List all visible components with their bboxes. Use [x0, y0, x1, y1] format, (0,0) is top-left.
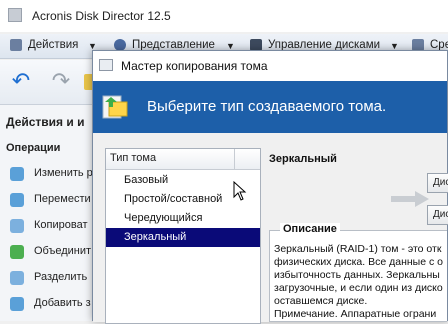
- description-line: Примечание. Аппаратные ограни: [274, 308, 437, 320]
- copy-volume-wizard-dialog: Мастер копирования тома Выберите тип соз…: [92, 50, 448, 324]
- wizard-icon: [99, 59, 113, 71]
- resize-icon: [10, 167, 24, 181]
- actions-icon: [10, 39, 22, 51]
- sidebar-item-resize[interactable]: Изменить р: [10, 165, 100, 183]
- volume-type-striped[interactable]: Чередующийся: [106, 209, 260, 228]
- sidebar-item-add[interactable]: Добавить з: [10, 295, 100, 313]
- merge-icon: [10, 245, 24, 259]
- description-line: оставшемся диске.: [274, 295, 368, 307]
- sidebar-item-label: Перемести: [34, 193, 91, 205]
- sidebar-item-label: Объединит: [34, 245, 92, 257]
- sidebar-item-label: Изменить р: [34, 167, 93, 179]
- sidebar-item-split[interactable]: Разделить: [10, 269, 100, 287]
- list-item-label: Базовый: [124, 174, 169, 186]
- undo-icon[interactable]: ↶: [8, 68, 34, 94]
- sidebar-item-move[interactable]: Перемести: [10, 191, 100, 209]
- list-item-label: Чередующийся: [124, 212, 203, 224]
- sidebar-section-title: Операции: [6, 142, 61, 154]
- arrow-right-icon: [391, 191, 429, 207]
- disk-button-2[interactable]: Дис: [427, 205, 448, 225]
- menu-actions[interactable]: Действия: [28, 39, 78, 51]
- list-header-label: Тип тома: [110, 152, 157, 164]
- dialog-title: Мастер копирования тома: [121, 59, 268, 73]
- sidebar: Действия и и Операции Изменить р Перемес…: [0, 105, 100, 321]
- app-title: Acronis Disk Director 12.5: [32, 9, 171, 23]
- sidebar-item-label: Добавить з: [34, 297, 91, 309]
- volume-type-mirrored[interactable]: Зеркальный: [106, 228, 260, 247]
- selected-type-title: Зеркальный: [269, 153, 337, 165]
- disk-button-1[interactable]: Дис: [427, 173, 448, 193]
- description-line: загрузочные, и если один из диско: [274, 282, 443, 294]
- app-icon: [8, 8, 22, 22]
- add-icon: [10, 297, 24, 311]
- dialog-body: Тип тома Базовый Простой/составной Черед…: [93, 133, 448, 324]
- sidebar-item-label: Копироват: [34, 219, 88, 231]
- sidebar-item-merge[interactable]: Объединит: [10, 243, 100, 261]
- redo-icon[interactable]: ↷: [48, 68, 74, 94]
- column-separator[interactable]: [234, 149, 235, 169]
- list-item-label: Простой/составной: [124, 193, 223, 205]
- list-item-label: Зеркальный: [124, 231, 187, 243]
- volume-type-list: Тип тома Базовый Простой/составной Черед…: [105, 148, 261, 324]
- wizard-banner: Выберите тип создаваемого тома.: [93, 81, 447, 133]
- sidebar-item-label: Разделить: [34, 271, 88, 283]
- dialog-title-bar[interactable]: Мастер копирования тома: [93, 51, 447, 81]
- description-line: избыточность данных. Зеркальны: [274, 269, 440, 281]
- volume-copy-icon: [102, 95, 128, 119]
- description-box: Описание Зеркальный (RAID-1) том - это о…: [269, 223, 447, 322]
- mouse-cursor-icon: [233, 181, 247, 201]
- sidebar-item-copy[interactable]: Копироват: [10, 217, 100, 235]
- move-icon: [10, 193, 24, 207]
- sidebar-header: Действия и и: [6, 115, 85, 129]
- description-line: физических диска. Все данные с о: [274, 256, 443, 268]
- split-icon: [10, 271, 24, 285]
- main-title-bar: Acronis Disk Director 12.5: [0, 0, 448, 32]
- copy-icon: [10, 219, 24, 233]
- list-column-header[interactable]: Тип тома: [106, 149, 260, 170]
- description-line: Зеркальный (RAID-1) том - это отк: [274, 243, 442, 255]
- description-title: Описание: [280, 223, 340, 235]
- banner-text: Выберите тип создаваемого тома.: [147, 98, 387, 115]
